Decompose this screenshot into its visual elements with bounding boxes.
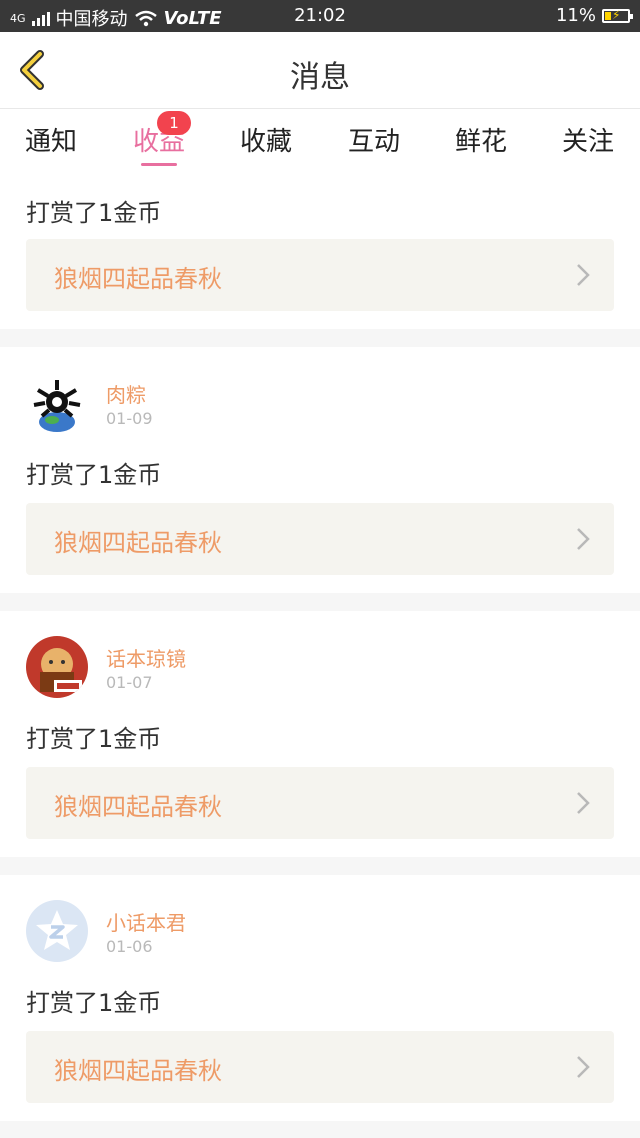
book-title: 狼烟四起品春秋: [54, 793, 222, 821]
tab-label: 关注: [561, 127, 614, 157]
message-card: 肉粽 01-09 打赏了1金币 狼烟四起品春秋: [0, 347, 640, 593]
avatar[interactable]: [26, 636, 88, 698]
book-title: 狼烟四起品春秋: [54, 1057, 222, 1085]
tab-label: 互动: [347, 127, 400, 157]
book-link[interactable]: 狼烟四起品春秋: [26, 1031, 614, 1103]
tab-notifications[interactable]: 通知: [6, 121, 96, 158]
message-text: 打赏了1金币: [26, 199, 162, 227]
book-link[interactable]: 狼烟四起品春秋: [26, 767, 614, 839]
chevron-right-icon: [577, 1056, 590, 1078]
message-date: 01-07: [106, 673, 153, 692]
tab-favorites[interactable]: 收藏: [221, 121, 311, 158]
user-name[interactable]: 小话本君: [106, 907, 186, 936]
book-link[interactable]: 狼烟四起品春秋: [26, 503, 614, 575]
avatar-image: [26, 636, 88, 698]
message-text: 打赏了1金币: [26, 461, 162, 489]
chevron-right-icon: [577, 528, 590, 550]
book-title: 狼烟四起品春秋: [54, 529, 222, 557]
tab-flowers[interactable]: 鲜花: [436, 121, 526, 158]
message-date: 01-06: [106, 937, 153, 956]
tab-bar: 通知 收益 1 收藏 互动 鲜花 关注: [0, 109, 640, 169]
user-name[interactable]: 肉粽: [106, 379, 146, 408]
tab-label: 通知: [24, 127, 77, 157]
status-bar: 4G 中国移动 VoLTE 21:02 11% ⚡: [0, 0, 640, 32]
book-title: 狼烟四起品春秋: [54, 265, 222, 293]
default-avatar-icon: [26, 900, 88, 962]
message-card: 打赏了1金币 狼烟四起品春秋: [0, 169, 640, 329]
avatar[interactable]: [26, 900, 88, 962]
message-text: 打赏了1金币: [26, 989, 162, 1017]
tab-label: 鲜花: [454, 127, 507, 157]
user-name[interactable]: 话本琼镜: [106, 643, 186, 672]
chevron-right-icon: [577, 264, 590, 286]
tab-following[interactable]: 关注: [543, 121, 633, 158]
clock: 21:02: [294, 5, 346, 26]
unread-badge: 1: [157, 111, 191, 135]
tab-interactions[interactable]: 互动: [329, 121, 419, 158]
chevron-right-icon: [577, 792, 590, 814]
book-link[interactable]: 狼烟四起品春秋: [26, 239, 614, 311]
tab-earnings[interactable]: 收益 1: [114, 111, 204, 166]
page-title: 消息: [290, 60, 350, 95]
battery-percent: 11%: [555, 5, 596, 26]
tab-label: 收藏: [239, 127, 292, 157]
message-card: 小话本君 01-06 打赏了1金币 狼烟四起品春秋: [0, 875, 640, 1121]
battery-icon: ⚡: [602, 8, 633, 23]
message-text: 打赏了1金币: [26, 725, 162, 753]
active-tab-indicator: [141, 163, 177, 166]
message-card: 话本琼镜 01-07 打赏了1金币 狼烟四起品春秋: [0, 611, 640, 857]
avatar-image: [26, 372, 88, 434]
header: 消息: [0, 32, 640, 109]
avatar[interactable]: [26, 372, 88, 434]
message-date: 01-09: [106, 409, 153, 428]
